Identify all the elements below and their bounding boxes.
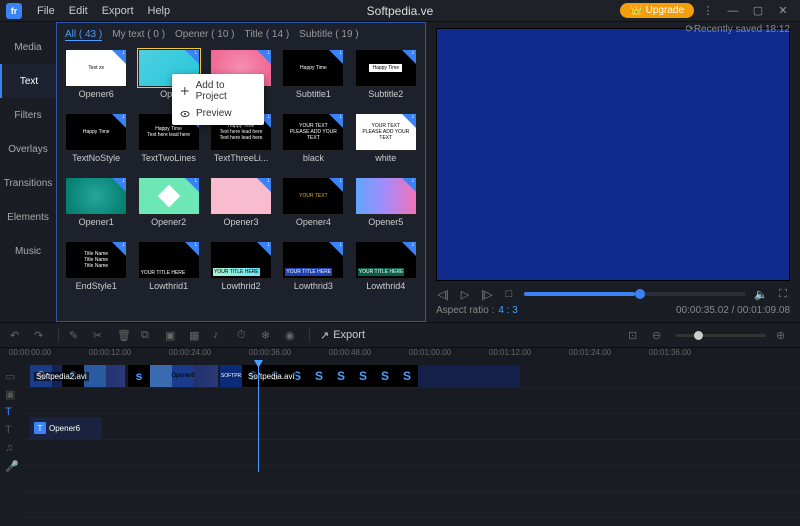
recently-saved: ⟳Recently saved 18:12 xyxy=(685,24,790,35)
undo-icon[interactable]: ↶ xyxy=(10,328,24,342)
context-menu: Add to Project Preview xyxy=(172,74,264,125)
volume-icon[interactable]: 🔈 xyxy=(754,287,768,301)
sidebar-text[interactable]: Text xyxy=(0,64,56,98)
template-item[interactable]: Happy Time↓Subtitle1 xyxy=(280,49,346,107)
template-item[interactable]: Title NameTitle NameTitle Name↓EndStyle1 xyxy=(63,241,129,299)
download-icon: ↓ xyxy=(122,49,126,56)
sidebar-media[interactable]: Media xyxy=(0,30,56,64)
template-item[interactable]: Happy Time↓Subtitle2 xyxy=(353,49,419,107)
zoom-in-icon[interactable]: ⊕ xyxy=(776,328,790,342)
sidebar-music[interactable]: Music xyxy=(0,234,56,268)
template-item[interactable]: ↓Opener5 xyxy=(353,177,419,235)
ctx-add-to-project[interactable]: Add to Project xyxy=(172,77,264,105)
template-item[interactable]: ↓Opener3 xyxy=(208,177,274,235)
template-item[interactable]: ↓Opener2 xyxy=(135,177,201,235)
timeline-toolbar: ↶ ↷ ✎ ✂ 🗑 ⧉ ▣ ▦ ♪ ⏱ ❄ ◉ ↗ Export ⊡ ⊖ ⊕ xyxy=(0,322,800,348)
copy-icon[interactable]: ⧉ xyxy=(141,328,155,342)
video-clip[interactable]: SOFTPR Softpedia.avi SSS SSS SS xyxy=(220,365,520,387)
fit-icon[interactable]: ⊡ xyxy=(628,328,642,342)
video-track-icon[interactable]: ▭ xyxy=(5,370,17,382)
freeze-icon[interactable]: ❄ xyxy=(261,328,275,342)
minimize-icon[interactable]: — xyxy=(722,2,744,20)
template-item[interactable]: YOUR TITLE HERE↓Lowthrid2 xyxy=(208,241,274,299)
preview-panel: ◁| ▷ |▷ □ 🔈 ⛶ Aspect ratio : 4 : 3 00:00… xyxy=(426,22,800,322)
template-item[interactable]: YOUR TEXTPLEASE ADD YOUR TEXT↓white xyxy=(353,113,419,171)
preview-canvas[interactable] xyxy=(436,28,790,281)
titlebar: fr File Edit Export Help Softpedia.ve 👑 … xyxy=(0,0,800,22)
menu-icon[interactable]: ⋮ xyxy=(697,2,719,20)
cut-icon[interactable]: ✂ xyxy=(93,328,107,342)
template-item[interactable]: YOUR TITLE HERE↓Lowthrid4 xyxy=(353,241,419,299)
sidebar-transitions[interactable]: Transitions xyxy=(0,166,56,200)
template-item[interactable]: YOUR TEXTPLEASE ADD YOUR TEXT↓black xyxy=(280,113,346,171)
crop-icon[interactable]: ▣ xyxy=(165,328,179,342)
tab-title[interactable]: Title ( 14 ) xyxy=(245,29,290,41)
fullscreen-icon[interactable]: ⛶ xyxy=(776,287,790,301)
sidebar: Media Text Filters Overlays Transitions … xyxy=(0,22,56,322)
zoom-out-icon[interactable]: ⊖ xyxy=(652,328,666,342)
sidebar-overlays[interactable]: Overlays xyxy=(0,132,56,166)
mic-track-icon[interactable]: 🎤 xyxy=(5,460,17,472)
time-display: 00:00:35.02 / 00:01:09.08 xyxy=(676,305,790,316)
template-item[interactable]: YOUR TITLE HERE↓Lowthrid3 xyxy=(280,241,346,299)
video-clip[interactable]: sOpener6 xyxy=(128,365,218,387)
app-logo: fr xyxy=(6,3,22,19)
plus-icon xyxy=(180,86,190,96)
video-clip[interactable]: SSoftpedia2.aviS xyxy=(30,365,125,387)
tab-subtitle[interactable]: Subtitle ( 19 ) xyxy=(299,29,358,41)
tab-all[interactable]: All ( 43 ) xyxy=(65,29,102,41)
playback-controls: ◁| ▷ |▷ □ 🔈 ⛶ xyxy=(436,281,790,303)
edit-icon[interactable]: ✎ xyxy=(69,328,83,342)
track-body[interactable]: SSoftpedia2.aviS sOpener6 SOFTPR Softped… xyxy=(22,364,800,472)
redo-icon[interactable]: ↷ xyxy=(34,328,48,342)
audio-icon[interactable]: ♪ xyxy=(213,328,227,342)
delete-icon[interactable]: 🗑 xyxy=(117,328,131,342)
text2-track-icon[interactable]: T xyxy=(5,424,17,436)
menu-export[interactable]: Export xyxy=(95,5,141,17)
close-icon[interactable]: ✕ xyxy=(772,2,794,20)
play-icon[interactable]: ▷ xyxy=(458,287,472,301)
next-frame-icon[interactable]: |▷ xyxy=(480,287,494,301)
document-title: Softpedia.ve xyxy=(367,4,434,18)
record-icon[interactable]: ◉ xyxy=(285,328,299,342)
timeline: 00:00:00.00 00:00:12.00 00:00:24.00 00:0… xyxy=(0,348,800,472)
sidebar-filters[interactable]: Filters xyxy=(0,98,56,132)
text-clip[interactable]: TOpener6 xyxy=(30,417,102,439)
time-ruler[interactable]: 00:00:00.00 00:00:12.00 00:00:24.00 00:0… xyxy=(0,348,800,364)
stop-icon[interactable]: □ xyxy=(502,287,516,301)
export-button[interactable]: ↗ Export xyxy=(320,329,365,342)
tab-opener[interactable]: Opener ( 10 ) xyxy=(175,29,234,41)
text-track-icon[interactable]: T xyxy=(5,406,17,418)
pace-icon[interactable]: ⏱ xyxy=(237,328,251,342)
template-item[interactable]: ↓Opener1 xyxy=(63,177,129,235)
menu-file[interactable]: File xyxy=(30,5,62,17)
sidebar-elements[interactable]: Elements xyxy=(0,200,56,234)
template-item[interactable]: YOUR TITLE HERE↓Lowthrid1 xyxy=(135,241,201,299)
menu-edit[interactable]: Edit xyxy=(62,5,95,17)
seek-slider[interactable] xyxy=(524,292,746,296)
templates-panel: All ( 43 ) My text ( 0 ) Opener ( 10 ) T… xyxy=(56,22,426,322)
template-item[interactable]: YOUR TEXT↓Opener4 xyxy=(280,177,346,235)
mosaic-icon[interactable]: ▦ xyxy=(189,328,203,342)
menu-help[interactable]: Help xyxy=(141,5,178,17)
track-heads: ▭ ▣ T T ♫ 🎤 xyxy=(0,364,22,472)
upgrade-button[interactable]: 👑 Upgrade xyxy=(620,3,694,18)
tab-mytext[interactable]: My text ( 0 ) xyxy=(112,29,165,41)
zoom-slider[interactable] xyxy=(676,334,766,337)
template-item[interactable]: Text xx↓Opener6 xyxy=(63,49,129,107)
aspect-label: Aspect ratio : xyxy=(436,305,494,316)
template-tabs: All ( 43 ) My text ( 0 ) Opener ( 10 ) T… xyxy=(57,23,425,47)
audio-track-icon[interactable]: ♫ xyxy=(5,442,17,454)
eye-icon xyxy=(180,109,190,119)
template-item[interactable]: Happy Time↓TextNoStyle xyxy=(63,113,129,171)
playhead[interactable] xyxy=(258,364,259,472)
pip-track-icon[interactable]: ▣ xyxy=(5,388,17,400)
maximize-icon[interactable]: ▢ xyxy=(747,2,769,20)
ctx-preview[interactable]: Preview xyxy=(172,105,264,122)
aspect-value[interactable]: 4 : 3 xyxy=(498,305,517,316)
prev-frame-icon[interactable]: ◁| xyxy=(436,287,450,301)
